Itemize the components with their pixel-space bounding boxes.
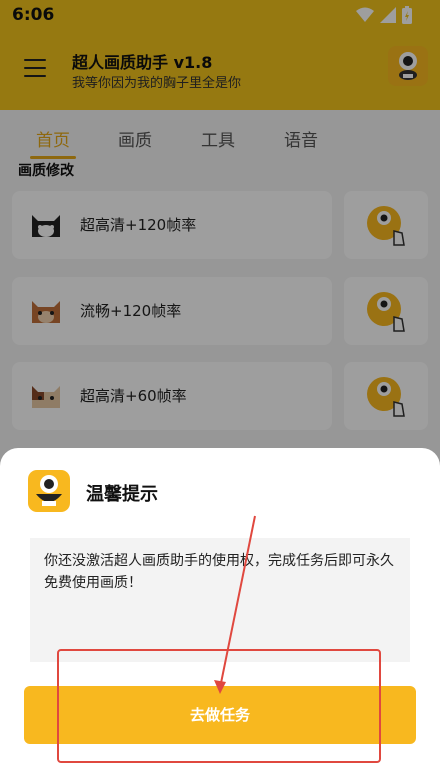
annotation-arrow bbox=[214, 515, 256, 694]
